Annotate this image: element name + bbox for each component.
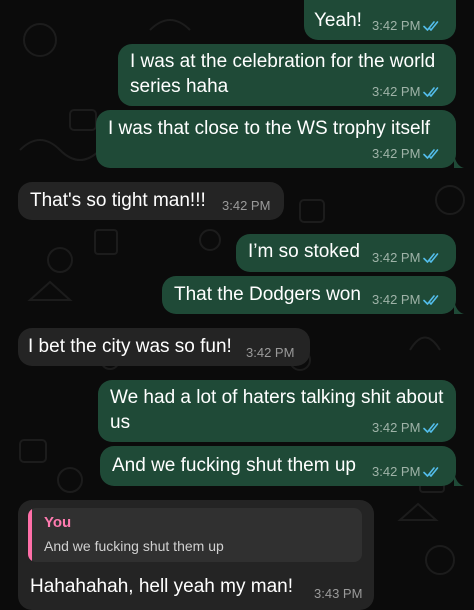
message-text: That's so tight man!!!: [30, 190, 206, 211]
message-meta: 3:42 PM: [372, 292, 441, 307]
message-text: Hahahahah, hell yeah my man!: [30, 576, 293, 597]
message-meta: 3:42 PM: [372, 84, 441, 99]
double-check-icon: [423, 86, 441, 98]
double-check-icon: [423, 20, 441, 32]
message-meta: 3:42 PM: [372, 146, 441, 161]
message-time: 3:42 PM: [372, 420, 421, 435]
message-bubble-outgoing[interactable]: That the Dodgers won 3:42 PM: [162, 276, 464, 314]
message-meta: 3:42 PM: [372, 464, 441, 479]
reply-text: And we fucking shut them up: [44, 538, 224, 554]
message-bubble-incoming[interactable]: That's so tight man!!! 3:42 PM: [18, 182, 284, 220]
message-time: 3:42 PM: [222, 198, 271, 213]
quoted-reply[interactable]: You And we fucking shut them up: [28, 508, 362, 562]
bubble-tail: [454, 472, 464, 486]
message-bubble-outgoing[interactable]: Yeah! 3:42 PM: [304, 0, 456, 40]
double-check-icon: [423, 294, 441, 306]
message-time: 3:42 PM: [372, 464, 421, 479]
double-check-icon: [423, 252, 441, 264]
message-meta: 3:42 PM: [372, 18, 441, 33]
message-text-line: We had a lot of haters talking shit abou…: [110, 387, 444, 408]
message-bubble-outgoing[interactable]: We had a lot of haters talking shit abou…: [98, 380, 456, 442]
message-text-line: us: [110, 412, 131, 433]
message-time: 3:42 PM: [372, 250, 421, 265]
message-time: 3:42 PM: [372, 146, 421, 161]
message-text-line: I was at the celebration for the world: [130, 51, 436, 72]
message-bubble-outgoing[interactable]: I was that close to the WS trophy itself…: [96, 110, 464, 168]
message-meta: 3:42 PM: [222, 198, 270, 213]
message-time: 3:42 PM: [372, 292, 421, 307]
message-time: 3:42 PM: [372, 84, 421, 99]
bubble-tail: [454, 300, 464, 314]
message-text: Yeah!: [314, 10, 362, 31]
message-text-line: series haha: [130, 76, 229, 97]
double-check-icon: [423, 466, 441, 478]
message-time: 3:42 PM: [372, 18, 421, 33]
message-bubble-incoming-reply[interactable]: You And we fucking shut them up Hahahaha…: [18, 500, 374, 610]
message-time: 3:42 PM: [246, 345, 295, 360]
message-text: That the Dodgers won: [174, 284, 361, 305]
message-text: And we fucking shut them up: [112, 455, 356, 476]
double-check-icon: [423, 148, 441, 160]
bubble-tail: [454, 154, 464, 168]
message-text: I was that close to the WS trophy itself: [108, 118, 431, 139]
message-text: I bet the city was so fun!: [28, 336, 232, 357]
message-bubble-outgoing[interactable]: And we fucking shut them up 3:42 PM: [100, 446, 464, 486]
message-meta: 3:42 PM: [372, 250, 441, 265]
message-bubble-incoming[interactable]: I bet the city was so fun! 3:42 PM: [18, 328, 310, 366]
reply-author: You: [44, 514, 72, 531]
reply-accent-bar: [28, 508, 32, 562]
message-bubble-outgoing[interactable]: I’m so stoked 3:42 PM: [236, 234, 456, 272]
message-bubble-outgoing[interactable]: I was at the celebration for the world s…: [118, 44, 456, 106]
message-meta: 3:42 PM: [246, 345, 294, 360]
message-text: I’m so stoked: [248, 241, 360, 262]
double-check-icon: [423, 422, 441, 434]
message-meta: 3:42 PM: [372, 420, 441, 435]
